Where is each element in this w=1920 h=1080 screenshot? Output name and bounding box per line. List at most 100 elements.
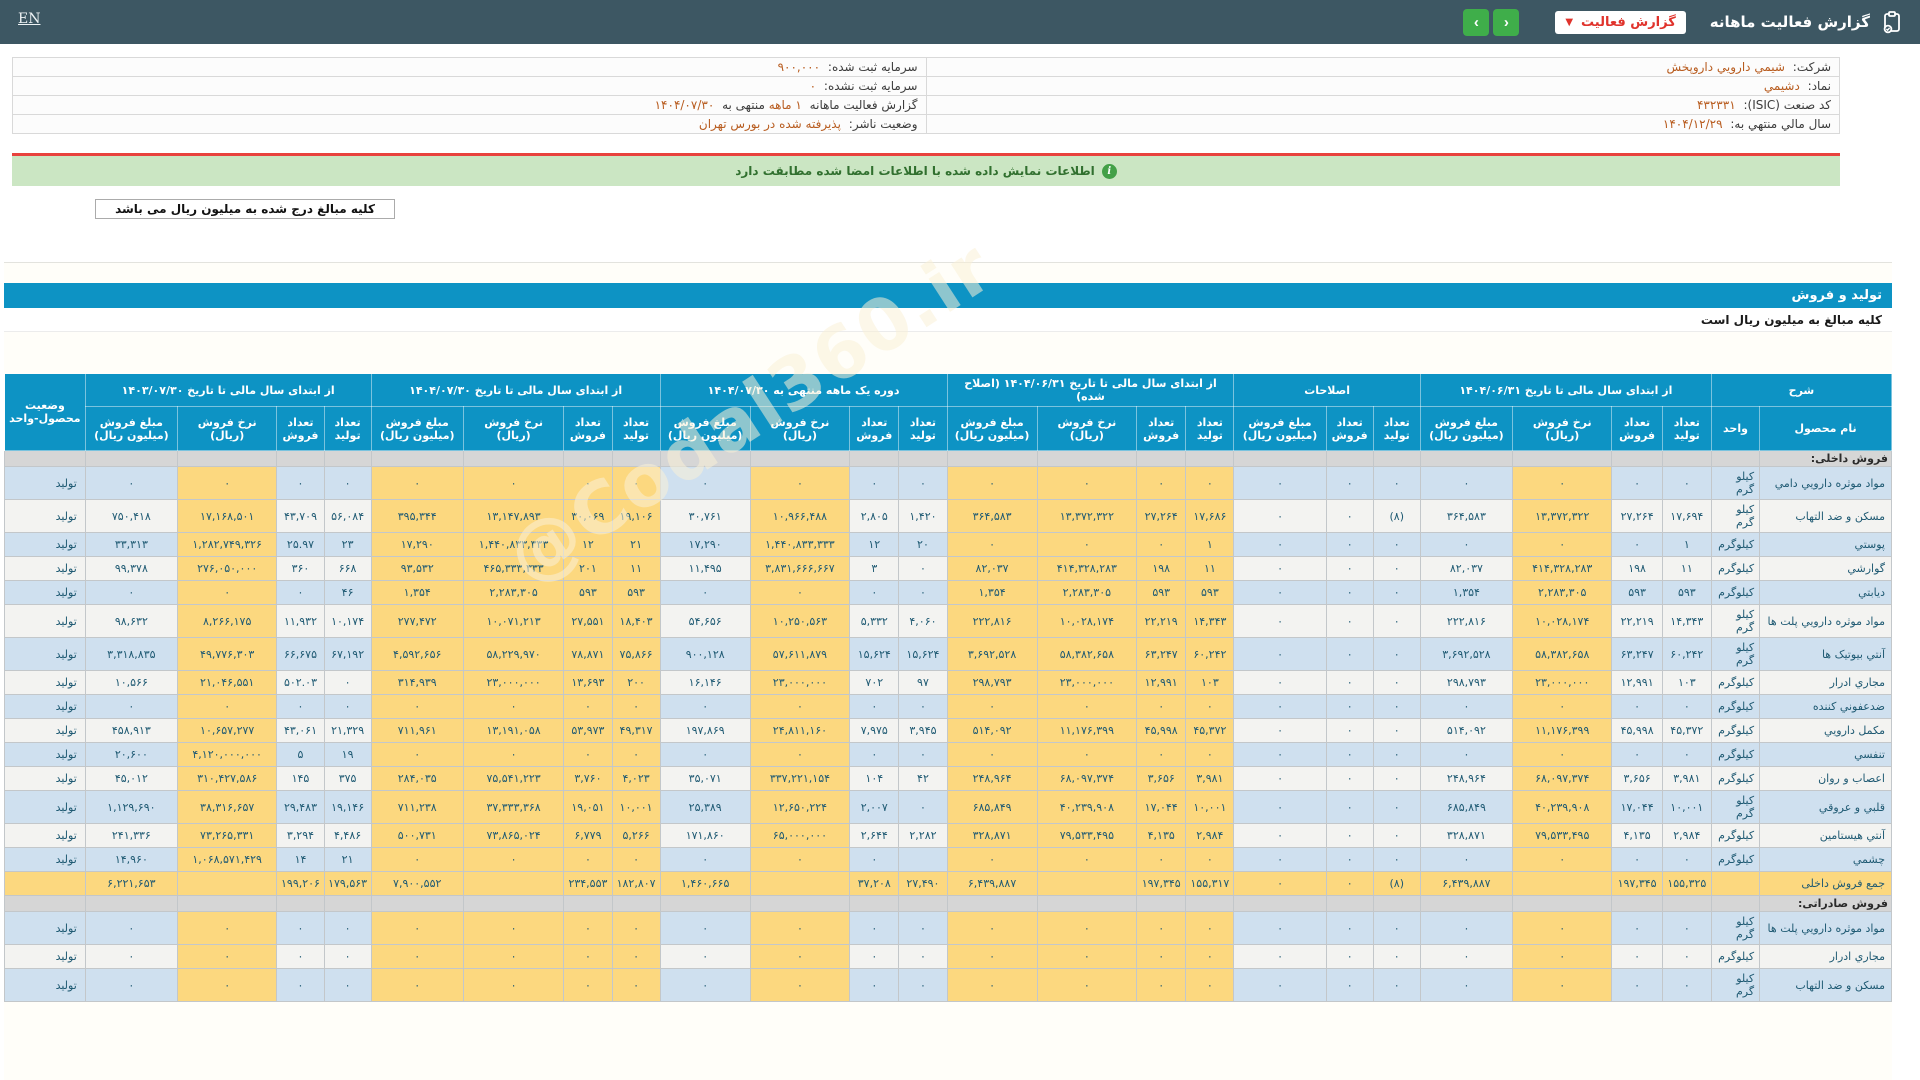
value-cell	[1419, 450, 1514, 467]
table-row: ضدعفوني کننده کیلوگرم ۰ ۰ ۰ ۰ ۰ ۰ ۰ ۰ ۰ ۰ ۰ ۰ ۰ ۰ ۰ ۰ ۰ ۰ ۰ ۰…	[4, 694, 1892, 719]
info-label: سال مالي منتهي به:	[1730, 117, 1831, 131]
value-cell: ۱,۳۵۴	[1419, 580, 1514, 605]
value-cell: ۰	[1611, 911, 1663, 945]
col-subheader: تعداد تولید	[1661, 406, 1712, 451]
value-cell: ۳,۹۴۵	[898, 718, 948, 743]
value-cell: ۰	[462, 694, 565, 719]
value-cell: ۰	[898, 944, 948, 969]
language-switch-link[interactable]: EN	[18, 11, 40, 27]
value-cell: ۶۰,۲۴۲	[1661, 637, 1712, 671]
status-cell: تولید	[4, 823, 86, 848]
value-cell: ۰	[946, 742, 1038, 767]
product-name-cell: مجاري ادرار	[1759, 944, 1892, 969]
col-subheader: مبلغ فروش (میلیون ریال)	[946, 406, 1038, 451]
value-cell: ۰	[1325, 718, 1374, 743]
value-cell	[611, 895, 661, 912]
value-cell: ۰	[1136, 466, 1187, 500]
value-cell: ۱۰,۱۷۴	[323, 604, 372, 638]
value-cell: ۰	[1233, 604, 1327, 638]
value-cell: ۹۹,۳۷۸	[84, 556, 178, 581]
value-cell: ۷۳,۸۶۵,۰۲۴	[462, 823, 565, 848]
value-cell: ۱۳,۱۴۷,۸۹۳	[462, 499, 565, 533]
value-cell: ۶,۲۲۱,۶۵۳	[84, 871, 178, 896]
value-cell: ۰	[1325, 766, 1374, 791]
value-cell: ۳۷۵	[323, 766, 372, 791]
status-cell: تولید	[4, 670, 86, 695]
value-cell: ۳	[849, 556, 900, 581]
value-cell: ۲۷,۴۹۰	[898, 871, 948, 896]
value-cell: ۰	[1325, 742, 1374, 767]
value-cell: ۵۹۳	[1661, 580, 1712, 605]
table-row: اعصاب و روان کیلوگرم ۳,۹۸۱ ۳,۶۵۶ ۶۸,۰۹۷,۳۷۴ ۲…	[4, 766, 1892, 791]
value-cell: ۰	[1185, 742, 1235, 767]
product-name-cell: جمع فروش داخلی	[1759, 871, 1892, 896]
unit-cell: کیلوگرم	[1710, 766, 1761, 791]
col-group-2: از ابتدای سال مالی تا تاریخ ۱۴۰۴/۰۶/۳۱ (…	[946, 373, 1235, 407]
value-cell	[176, 450, 278, 467]
value-cell: ۰	[849, 580, 900, 605]
unit-cell: کیلوگرم	[1710, 556, 1761, 581]
value-cell: ۰	[276, 944, 325, 969]
value-cell	[849, 895, 900, 912]
value-cell: ۲,۲۸۲	[898, 823, 948, 848]
value-cell: ۴۵۸,۹۱۳	[84, 718, 178, 743]
value-cell: ۳۵,۰۷۱	[659, 766, 751, 791]
value-cell: ۱۳,۶۹۳	[563, 670, 613, 695]
value-cell: ۰	[370, 742, 464, 767]
value-cell: ۲,۲۸۳,۳۰۵	[462, 580, 565, 605]
value-cell: ۲۹۸,۷۹۳	[1419, 670, 1514, 695]
value-cell: ۰	[1611, 466, 1663, 500]
col-subheader: تعداد تولید	[323, 406, 372, 451]
info-label: شرکت:	[1792, 60, 1831, 74]
value-cell: ۵۸,۳۸۲,۶۵۸	[1036, 637, 1138, 671]
prev-report-button[interactable]: ‹	[1493, 8, 1520, 36]
status-cell: تولید	[4, 466, 86, 500]
value-cell	[659, 895, 751, 912]
value-cell: ۳,۶۹۲,۵۲۸	[1419, 637, 1514, 671]
value-cell: ۱,۳۵۴	[370, 580, 464, 605]
value-cell: ۴۰,۲۳۹,۹۰۸	[1511, 790, 1613, 824]
value-cell: ۴۲	[898, 766, 948, 791]
value-cell: ۴۵,۳۷۲	[1185, 718, 1235, 743]
value-cell	[84, 450, 178, 467]
value-cell: ۰	[370, 944, 464, 969]
value-cell: ۵	[276, 742, 325, 767]
value-cell: ۱۹۷,۸۶۹	[659, 718, 751, 743]
value-cell: ۱۰۳	[1661, 670, 1712, 695]
value-cell: ۲۳	[323, 532, 372, 557]
value-cell	[659, 450, 751, 467]
value-cell: ۰	[1325, 790, 1374, 824]
value-cell: ۰	[1136, 847, 1187, 872]
report-type-dropdown[interactable]: گزارش فعالیت ▼	[1555, 10, 1686, 34]
value-cell: ۰	[849, 944, 900, 969]
value-cell: ۰	[1372, 847, 1421, 872]
value-cell	[898, 847, 948, 872]
value-cell: ۰	[1036, 742, 1138, 767]
value-cell: ۶۳,۲۴۷	[1611, 637, 1663, 671]
section-subtitle-bar: کلیه مبالغ به میلیون ریال است	[4, 308, 1892, 332]
value-cell: ۱۵,۶۲۴	[898, 637, 948, 671]
value-cell: ۱۹۸	[1136, 556, 1187, 581]
value-cell: ۰	[1185, 944, 1235, 969]
col-group-0: از ابتدای سال مالی تا تاریخ ۱۴۰۴/۰۶/۳۱	[1419, 373, 1712, 407]
value-cell: ۰	[1325, 968, 1374, 1002]
next-report-button[interactable]: ›	[1463, 8, 1490, 36]
value-cell: ۳۷,۲۰۸	[849, 871, 900, 896]
value-cell	[611, 450, 661, 467]
value-cell	[462, 871, 565, 896]
value-cell: ۰	[1661, 944, 1712, 969]
info-value: ۱۴۰۴/۰۷/۳۰	[654, 98, 715, 112]
value-cell: ۰	[370, 911, 464, 945]
value-cell: ۱۰۴	[849, 766, 900, 791]
table-row: پوستي کیلوگرم ۱ ۰ ۰ ۰ ۰ ۰ ۰ ۱ ۰ ۰ ۰ ۲۰ ۱۲ ۱,۴۴۰,۸۳۳,۳۳۳…	[4, 532, 1892, 557]
table-row: گوارشي کیلوگرم ۱۱ ۱۹۸ ۴۱۴,۳۲۸,۲۸۳ ۸۲,۰۳۷ ۰ ۰ ۰ ۱۱…	[4, 556, 1892, 581]
value-cell: ۴۵,۳۷۲	[1661, 718, 1712, 743]
value-cell: ۰	[176, 580, 278, 605]
value-cell	[462, 450, 565, 467]
value-cell: ۲۱	[323, 847, 372, 872]
value-cell: ۰	[276, 911, 325, 945]
value-cell	[1325, 450, 1374, 467]
value-cell: ۱۱	[611, 556, 661, 581]
status-cell	[4, 450, 86, 467]
value-cell	[1233, 450, 1327, 467]
